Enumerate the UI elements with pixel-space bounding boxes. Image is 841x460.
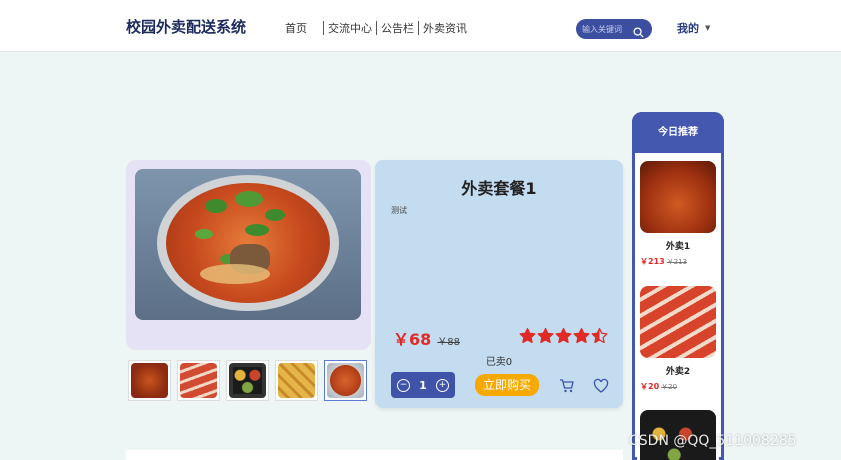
- product-info-card: 外卖套餐1 测试 ￥68 ￥88 已卖0 − 1 + 立即购买: [375, 160, 623, 408]
- nav-links: 首页 交流中心 公告栏 外卖资讯: [285, 20, 471, 36]
- nav-home[interactable]: 首页: [285, 20, 311, 36]
- minus-icon[interactable]: −: [397, 378, 410, 392]
- recommend-item-price: ￥213 ￥213: [640, 257, 688, 266]
- watermark-text: CSDN @QQ_511008285: [629, 433, 797, 449]
- search-input[interactable]: [582, 22, 630, 36]
- rating-stars: [519, 327, 608, 344]
- thumbnail[interactable]: [226, 360, 269, 401]
- thumbnail[interactable]: [128, 360, 171, 401]
- nav-news[interactable]: 外卖资讯: [419, 20, 471, 36]
- thumbnail-strip: [128, 360, 367, 401]
- product-main-image: [135, 169, 361, 320]
- chevron-down-icon: ▼: [705, 24, 711, 32]
- star-icon: [537, 327, 554, 344]
- today-recommend-panel: 今日推荐 外卖1 ￥213 ￥213 外卖2 ￥20 ￥20: [632, 112, 724, 460]
- thumbnail[interactable]: [177, 360, 220, 401]
- cart-icon[interactable]: [559, 378, 575, 398]
- top-navbar: 校园外卖配送系统 首页 交流中心 公告栏 外卖资讯 我的 ▼: [0, 0, 841, 52]
- product-price: ￥68: [393, 330, 432, 349]
- user-menu[interactable]: 我的 ▼: [677, 20, 710, 36]
- thumbnail-active[interactable]: [324, 360, 367, 401]
- user-menu-label: 我的: [677, 22, 699, 35]
- product-image-card: [126, 160, 371, 350]
- product-description: 测试: [391, 206, 407, 215]
- star-icon: [591, 327, 608, 344]
- recommend-item[interactable]: 外卖2 ￥20 ￥20: [637, 282, 719, 400]
- product-title: 外卖套餐1: [461, 179, 537, 198]
- buy-now-button[interactable]: 立即购买: [475, 374, 539, 396]
- recommend-item[interactable]: 外卖1 ￥213 ￥213: [637, 157, 719, 275]
- plus-icon[interactable]: +: [436, 378, 449, 392]
- recommend-item-name: 外卖1: [665, 242, 691, 252]
- quantity-value: 1: [419, 378, 427, 392]
- content-panel: [126, 450, 623, 460]
- star-icon: [519, 327, 536, 344]
- recommend-item-image[interactable]: [640, 161, 716, 233]
- star-icon: [555, 327, 572, 344]
- search-icon[interactable]: [633, 23, 644, 42]
- product-original-price: ￥88: [437, 337, 461, 348]
- nav-bulletin[interactable]: 公告栏: [377, 20, 418, 36]
- quantity-stepper: − 1 +: [391, 372, 455, 398]
- favorite-heart-icon[interactable]: [593, 378, 609, 398]
- search-box: [576, 19, 652, 39]
- recommend-item-image[interactable]: [640, 286, 716, 358]
- nav-exchange-center[interactable]: 交流中心: [324, 20, 376, 36]
- recommend-title: 今日推荐: [632, 112, 724, 153]
- recommend-item-price: ￥20 ￥20: [640, 382, 678, 391]
- sold-count: 已卖0: [485, 357, 513, 368]
- price-row: ￥68 ￥88: [393, 326, 460, 350]
- recommend-item-name: 外卖2: [665, 367, 691, 377]
- star-icon: [573, 327, 590, 344]
- thumbnail[interactable]: [275, 360, 318, 401]
- site-brand[interactable]: 校园外卖配送系统: [126, 16, 246, 37]
